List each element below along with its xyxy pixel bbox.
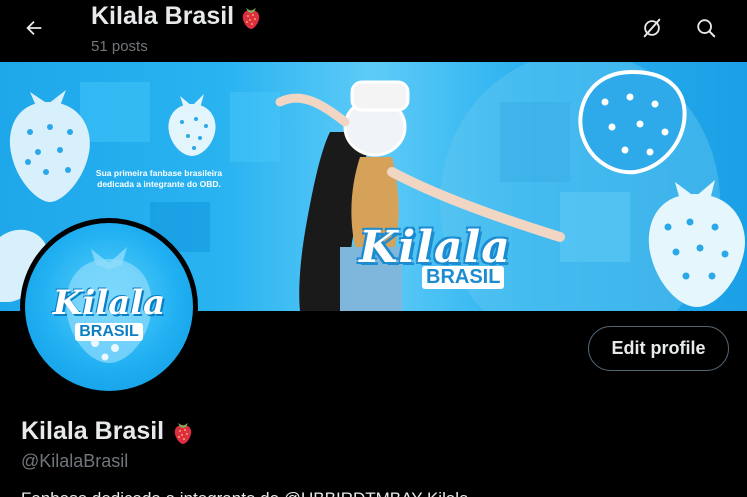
search-button[interactable] <box>686 8 726 48</box>
grok-icon <box>643 18 661 38</box>
profile-handle: @KilalaBrasil <box>21 451 129 471</box>
banner-logo: Kilala BRASIL <box>350 222 520 289</box>
banner-caption: Sua primeira fanbase brasileira dedicada… <box>84 168 234 190</box>
banner-caption-line1: Sua primeira fanbase brasileira <box>95 168 223 178</box>
search-icon <box>697 19 716 38</box>
arrow-left-icon <box>26 20 42 36</box>
grok-button[interactable] <box>632 8 672 48</box>
profile-bio: Fanbase dedicada a integrante do @UBBIRD… <box>21 489 469 497</box>
posts-count: 51 posts <box>91 38 148 55</box>
strawberry-icon <box>242 7 260 29</box>
avatar-logo-text: Kilala <box>52 283 166 323</box>
avatar-image: Kilala BRASIL <box>25 223 193 391</box>
banner-caption-line2: dedicada a integrante do OBD. <box>97 179 221 189</box>
strawberry-decoration-1 <box>9 90 90 202</box>
avatar-logo: Kilala BRASIL <box>25 283 193 341</box>
banner-logo-subtext: BRASIL <box>422 266 505 289</box>
profile-name: Kilala Brasil <box>21 417 194 446</box>
page-title: Kilala Brasil <box>91 2 262 31</box>
back-button[interactable] <box>14 8 54 48</box>
strawberry-icon <box>174 422 192 444</box>
avatar-logo-subtext: BRASIL <box>75 323 143 341</box>
profile-name-text: Kilala Brasil <box>21 417 165 445</box>
avatar[interactable]: Kilala BRASIL <box>20 218 198 396</box>
edit-profile-button[interactable]: Edit profile <box>588 326 729 371</box>
top-bar: Kilala Brasil 51 posts <box>0 0 747 62</box>
strawberry-decoration-2 <box>168 94 216 156</box>
page-title-text: Kilala Brasil <box>91 2 235 30</box>
